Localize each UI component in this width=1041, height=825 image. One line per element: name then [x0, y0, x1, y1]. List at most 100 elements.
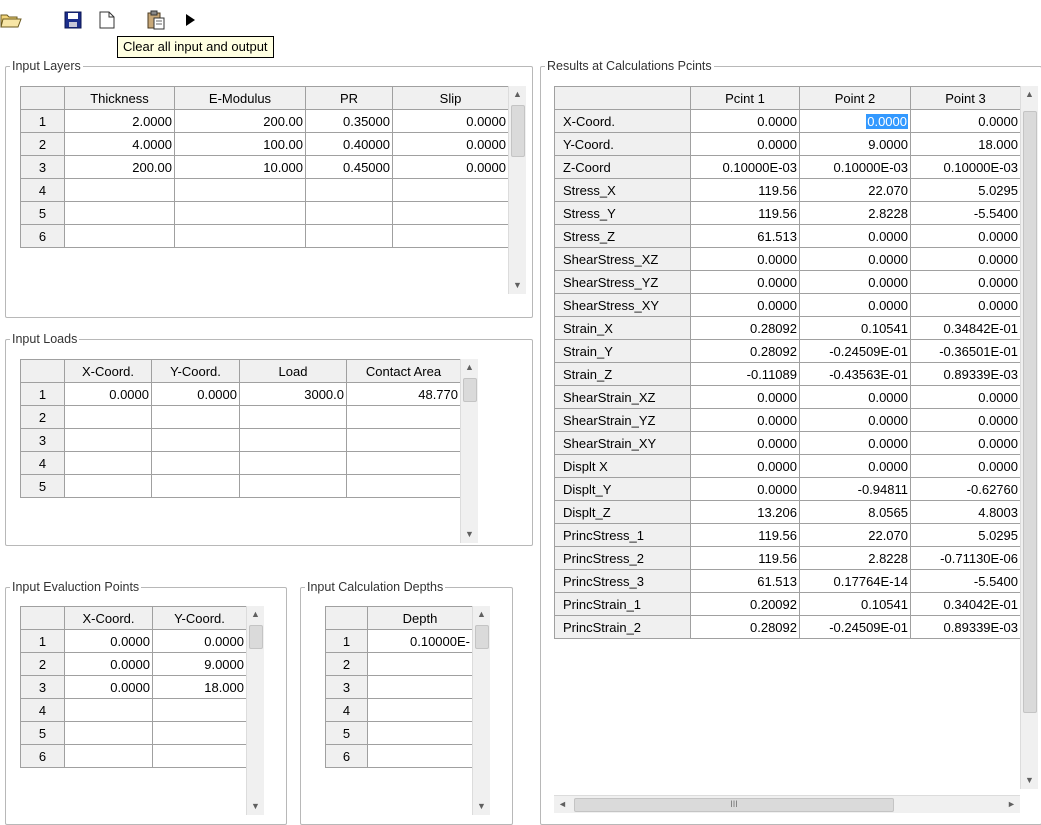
- grid-cell[interactable]: 5.0295: [910, 178, 1021, 202]
- grid-cell[interactable]: 100.00: [174, 132, 306, 156]
- grid-cell[interactable]: -0.62760: [910, 477, 1021, 501]
- row-header[interactable]: 5: [20, 201, 65, 225]
- grid-cell[interactable]: 0.0000: [799, 224, 911, 248]
- grid-cell[interactable]: [346, 451, 461, 475]
- grid-cell[interactable]: 8.0565: [799, 500, 911, 524]
- scroll-up-icon[interactable]: ▲: [1021, 86, 1038, 103]
- scroll-right-icon[interactable]: ►: [1003, 796, 1020, 813]
- grid-cell[interactable]: [346, 428, 461, 452]
- grid-cell[interactable]: 0.10000E-: [367, 629, 473, 653]
- scroll-down-icon[interactable]: ▼: [509, 277, 526, 294]
- grid-cell[interactable]: 0.0000: [690, 431, 800, 455]
- grid-cell[interactable]: 0.20092: [690, 592, 800, 616]
- grid-cell[interactable]: 2.0000: [64, 109, 175, 133]
- grid-cell[interactable]: [367, 744, 473, 768]
- scroll-thumb[interactable]: [463, 378, 477, 402]
- column-header[interactable]: Thickness: [64, 86, 175, 110]
- grid-cell[interactable]: 9.0000: [152, 652, 247, 676]
- grid-cell[interactable]: 0.10000E-03: [799, 155, 911, 179]
- row-header[interactable]: X-Coord.: [554, 109, 691, 133]
- grid-cell[interactable]: 0.28092: [690, 316, 800, 340]
- grid-cell[interactable]: 119.56: [690, 201, 800, 225]
- grid-cell[interactable]: 200.00: [64, 155, 175, 179]
- grid-cell[interactable]: 5.0295: [910, 523, 1021, 547]
- grid-cell[interactable]: [305, 201, 393, 225]
- grid-cell[interactable]: [152, 744, 247, 768]
- row-header[interactable]: Stress_Z: [554, 224, 691, 248]
- row-header[interactable]: ShearStress_XY: [554, 293, 691, 317]
- grid-cell[interactable]: [151, 474, 240, 498]
- scroll-thumb[interactable]: [1023, 111, 1037, 713]
- grid-cell[interactable]: [64, 405, 152, 429]
- row-header[interactable]: Displt_Z: [554, 500, 691, 524]
- grid-cell[interactable]: [151, 428, 240, 452]
- grid-cell[interactable]: 0.0000: [910, 109, 1021, 133]
- grid-cell[interactable]: 0.10000E-03: [690, 155, 800, 179]
- grid-cell[interactable]: [64, 744, 153, 768]
- scroll-up-icon[interactable]: ▲: [247, 606, 264, 623]
- grid-cell[interactable]: 0.0000: [392, 155, 509, 179]
- row-header[interactable]: ShearStrain_YZ: [554, 408, 691, 432]
- row-header[interactable]: 5: [20, 721, 65, 745]
- grid-cell[interactable]: 0.0000: [799, 385, 911, 409]
- grid-cell[interactable]: 18.000: [910, 132, 1021, 156]
- grid-cell[interactable]: 0.0000: [910, 270, 1021, 294]
- row-header[interactable]: PrincStress_3: [554, 569, 691, 593]
- row-header[interactable]: Y-Coord.: [554, 132, 691, 156]
- grid-cell[interactable]: 0.0000: [910, 293, 1021, 317]
- grid-cell[interactable]: -0.36501E-01: [910, 339, 1021, 363]
- grid-cell[interactable]: [152, 721, 247, 745]
- column-header[interactable]: X-Coord.: [64, 606, 153, 630]
- row-header[interactable]: Strain_X: [554, 316, 691, 340]
- row-header[interactable]: Displt X: [554, 454, 691, 478]
- column-header[interactable]: Load: [239, 359, 347, 383]
- row-header[interactable]: Strain_Z: [554, 362, 691, 386]
- column-header[interactable]: Point 2: [799, 86, 911, 110]
- grid-cell[interactable]: 0.0000: [910, 454, 1021, 478]
- grid-cell[interactable]: 0.28092: [690, 615, 800, 639]
- input-loads-scrollbar[interactable]: ▲ ▼: [460, 359, 478, 543]
- grid-cell[interactable]: 0.0000: [690, 293, 800, 317]
- row-header[interactable]: 5: [20, 474, 65, 498]
- grid-cell[interactable]: 0.0000: [392, 132, 509, 156]
- grid-cell[interactable]: [64, 201, 175, 225]
- grid-cell[interactable]: 0.0000: [799, 293, 911, 317]
- row-header[interactable]: 3: [325, 675, 368, 699]
- column-header[interactable]: Slip: [392, 86, 509, 110]
- row-header[interactable]: 6: [20, 224, 65, 248]
- grid-cell[interactable]: 119.56: [690, 178, 800, 202]
- row-header[interactable]: Strain_Y: [554, 339, 691, 363]
- grid-cell[interactable]: 0.0000: [690, 132, 800, 156]
- input-evaluation-grid[interactable]: X-Coord. Y-Coord. 1 0.0000 0.0000 2 0.0000 9.00…: [20, 606, 247, 768]
- grid-cell[interactable]: 10.000: [174, 155, 306, 179]
- grid-cell[interactable]: 0.0000: [690, 454, 800, 478]
- grid-cell[interactable]: -0.24509E-01: [799, 615, 911, 639]
- row-header[interactable]: 6: [325, 744, 368, 768]
- results-grid[interactable]: Pcint 1 Point 2 Point 3 X-Coord. 0.0000 0.000…: [554, 86, 1021, 639]
- grid-cell[interactable]: [239, 405, 347, 429]
- grid-cell[interactable]: [152, 698, 247, 722]
- grid-cell[interactable]: [64, 474, 152, 498]
- grid-cell[interactable]: 0.0000: [690, 270, 800, 294]
- save-icon[interactable]: [60, 7, 86, 33]
- grid-cell[interactable]: 0.0000: [690, 408, 800, 432]
- column-header[interactable]: Y-Coord.: [151, 359, 240, 383]
- grid-cell[interactable]: [346, 405, 461, 429]
- grid-cell[interactable]: [64, 721, 153, 745]
- grid-cell[interactable]: [392, 224, 509, 248]
- grid-cell[interactable]: 61.513: [690, 224, 800, 248]
- row-header[interactable]: PrincStrain_1: [554, 592, 691, 616]
- column-header[interactable]: Point 3: [910, 86, 1021, 110]
- grid-cell[interactable]: [151, 405, 240, 429]
- grid-cell[interactable]: [367, 698, 473, 722]
- row-header[interactable]: PrincStress_2: [554, 546, 691, 570]
- grid-cell[interactable]: -5.5400: [910, 201, 1021, 225]
- grid-cell[interactable]: [367, 675, 473, 699]
- grid-cell[interactable]: 0.40000: [305, 132, 393, 156]
- grid-cell[interactable]: [305, 178, 393, 202]
- row-header[interactable]: 2: [20, 652, 65, 676]
- grid-cell[interactable]: -5.5400: [910, 569, 1021, 593]
- input-depths-scrollbar[interactable]: ▲ ▼: [472, 606, 490, 815]
- grid-cell[interactable]: 0.0000: [799, 270, 911, 294]
- row-header[interactable]: 3: [20, 155, 65, 179]
